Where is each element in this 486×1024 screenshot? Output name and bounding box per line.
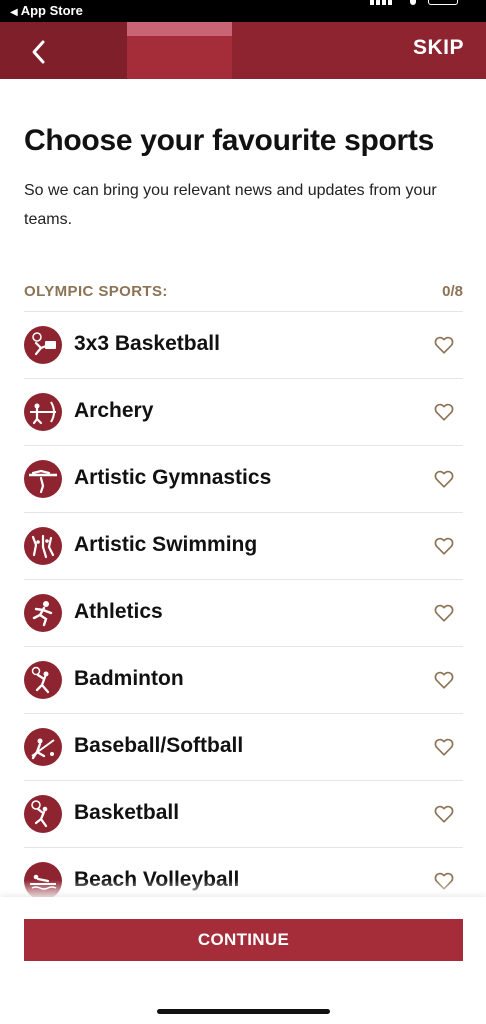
gymnastics-icon — [24, 460, 62, 498]
selection-count: 0/8 — [442, 283, 463, 300]
sport-row[interactable]: Athletics — [24, 579, 463, 646]
basketball-icon — [24, 795, 62, 833]
heart-icon[interactable] — [433, 468, 455, 490]
page-title: Choose your favourite sports — [24, 124, 435, 157]
sport-row[interactable]: Archery — [24, 378, 463, 445]
sport-row[interactable]: 3x3 Basketball — [24, 311, 463, 378]
heart-icon[interactable] — [433, 736, 455, 758]
sport-name: Artistic Gymnastics — [74, 466, 272, 489]
sport-row[interactable]: Baseball/Softball — [24, 713, 463, 780]
heart-icon[interactable] — [433, 535, 455, 557]
section-header: OLYMPIC SPORTS: 0/8 — [24, 283, 463, 303]
wifi-icon — [410, 0, 416, 5]
sport-name: Artistic Swimming — [74, 533, 258, 556]
progress-segment-2-highlight — [127, 22, 232, 36]
back-triangle-icon: ◀ — [10, 7, 18, 18]
heart-icon[interactable] — [433, 803, 455, 825]
sport-name: Archery — [74, 399, 154, 422]
section-label: OLYMPIC SPORTS: — [24, 283, 168, 300]
sport-row[interactable]: Badminton — [24, 646, 463, 713]
sports-list: 3x3 Basketball Archery Artistic Gymnastics… — [24, 311, 463, 897]
app-store-label: App Store — [20, 3, 83, 18]
heart-icon[interactable] — [433, 334, 455, 356]
heart-icon[interactable] — [433, 669, 455, 691]
sport-row[interactable]: Artistic Gymnastics — [24, 445, 463, 512]
chevron-left-icon — [32, 40, 45, 64]
sport-name: Badminton — [74, 667, 184, 690]
sport-name: Basketball — [74, 801, 180, 824]
sport-row[interactable]: Artistic Swimming — [24, 512, 463, 579]
heart-icon[interactable] — [433, 401, 455, 423]
baseball-icon — [24, 728, 62, 766]
swimming-icon — [24, 527, 62, 565]
home-indicator — [157, 1009, 330, 1014]
page-subtitle: So we can bring you relevant news and up… — [24, 182, 437, 228]
sport-name: Baseball/Softball — [74, 734, 244, 757]
progress-segment-1 — [0, 22, 127, 79]
basketball-3x3-icon — [24, 326, 62, 364]
badminton-icon — [24, 661, 62, 699]
battery-icon — [428, 0, 458, 5]
sport-name: 3x3 Basketball — [74, 332, 220, 355]
sport-row[interactable]: Basketball — [24, 780, 463, 847]
heart-icon[interactable] — [433, 602, 455, 624]
back-button[interactable] — [26, 38, 54, 66]
status-bar: ◀ App Store — [0, 0, 486, 22]
signal-icon — [370, 0, 394, 6]
app-store-back-link[interactable]: ◀ App Store — [10, 3, 83, 18]
athletics-icon — [24, 594, 62, 632]
sport-name: Athletics — [74, 600, 163, 623]
archery-icon — [24, 393, 62, 431]
skip-button[interactable]: SKIP — [413, 36, 464, 60]
header-bar: SKIP — [0, 22, 486, 79]
continue-button[interactable]: CONTINUE — [24, 919, 463, 961]
